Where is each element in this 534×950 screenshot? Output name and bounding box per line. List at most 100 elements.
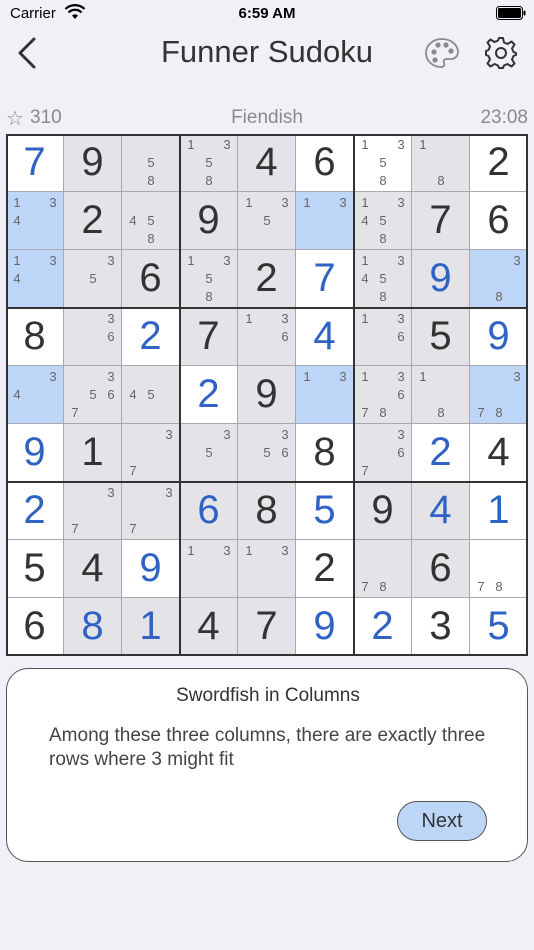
sudoku-cell[interactable]: 13 xyxy=(238,540,296,598)
sudoku-cell[interactable]: 9 xyxy=(180,192,238,250)
sudoku-cell[interactable]: 1 3 6 xyxy=(238,308,296,366)
cell-value: 2 xyxy=(487,140,510,184)
sudoku-cell[interactable]: 2 xyxy=(122,308,180,366)
sudoku-cell[interactable]: 6 xyxy=(6,598,64,656)
sudoku-cell[interactable]: 3 6 7 xyxy=(354,424,412,482)
sudoku-cell[interactable]: 8 xyxy=(6,308,64,366)
sudoku-cell[interactable]: 1 3 45 8 xyxy=(354,250,412,308)
candidate-notes: 356 7 xyxy=(66,367,120,421)
sudoku-cell[interactable]: 1 xyxy=(470,482,528,540)
candidate-digit: 1 xyxy=(187,542,195,558)
cell-value: 4 xyxy=(313,314,336,358)
candidate-digit xyxy=(490,269,508,287)
palette-icon[interactable] xyxy=(424,37,460,69)
sudoku-cell[interactable]: 18 xyxy=(412,134,470,192)
sudoku-cell[interactable]: 1 35 8 xyxy=(180,134,238,192)
sudoku-cell[interactable]: 4 xyxy=(412,482,470,540)
sudoku-cell[interactable]: 6 xyxy=(180,482,238,540)
sudoku-cell[interactable]: 1 xyxy=(122,598,180,656)
sudoku-cell[interactable]: 5 xyxy=(6,540,64,598)
sudoku-cell[interactable]: 9 xyxy=(238,366,296,424)
sudoku-cell[interactable]: 2 xyxy=(354,598,412,656)
sudoku-cell[interactable]: 5 xyxy=(470,598,528,656)
sudoku-cell[interactable]: 3 78 xyxy=(470,366,528,424)
sudoku-cell[interactable]: 4 xyxy=(470,424,528,482)
sudoku-cell[interactable]: 9 xyxy=(470,308,528,366)
sudoku-cell[interactable]: 2 xyxy=(6,482,64,540)
sudoku-cell[interactable]: 2 xyxy=(296,540,354,598)
sudoku-cell[interactable]: 1 3 4 xyxy=(6,250,64,308)
cell-value: 9 xyxy=(313,604,336,648)
sudoku-cell[interactable]: 7 xyxy=(6,134,64,192)
sudoku-cell[interactable]: 4 xyxy=(180,598,238,656)
sudoku-cell[interactable]: 4 xyxy=(238,134,296,192)
sudoku-cell[interactable]: 38 xyxy=(470,250,528,308)
candidate-digit xyxy=(160,135,178,153)
sudoku-cell[interactable]: 2 xyxy=(64,192,122,250)
candidate-digit xyxy=(472,367,490,385)
sudoku-cell[interactable]: 1 3 6 xyxy=(354,308,412,366)
sudoku-cell[interactable]: 356 xyxy=(238,424,296,482)
sudoku-cell[interactable]: 34 xyxy=(6,366,64,424)
sudoku-cell[interactable]: 35 xyxy=(180,424,238,482)
sudoku-cell[interactable]: 7 xyxy=(238,598,296,656)
sudoku-cell[interactable]: 6 xyxy=(412,540,470,598)
sudoku-cell[interactable]: 2 xyxy=(470,134,528,192)
sudoku-cell[interactable]: 18 xyxy=(412,366,470,424)
sudoku-cell[interactable]: 78 xyxy=(470,540,528,598)
sudoku-cell[interactable]: 13 xyxy=(296,192,354,250)
next-button[interactable]: Next xyxy=(397,801,487,841)
sudoku-cell[interactable]: 7 xyxy=(412,192,470,250)
sudoku-cell[interactable]: 78 xyxy=(354,540,412,598)
sudoku-cell[interactable]: 1 3 6 78 xyxy=(354,366,412,424)
sudoku-cell[interactable]: 4 xyxy=(64,540,122,598)
candidate-digit xyxy=(392,153,410,171)
sudoku-cell[interactable]: 58 xyxy=(122,134,180,192)
candidate-digit xyxy=(142,443,160,461)
sudoku-cell[interactable]: 1 35 8 xyxy=(180,250,238,308)
sudoku-cell[interactable]: 37 xyxy=(122,424,180,482)
sudoku-cell[interactable]: 2 xyxy=(180,366,238,424)
sudoku-cell[interactable]: 45 xyxy=(122,366,180,424)
sudoku-cell[interactable]: 13 xyxy=(180,540,238,598)
sudoku-cell[interactable]: 8 xyxy=(238,482,296,540)
sudoku-cell[interactable]: 9 xyxy=(64,134,122,192)
sudoku-cell[interactable]: 9 xyxy=(296,598,354,656)
sudoku-cell[interactable]: 3 xyxy=(412,598,470,656)
sudoku-cell[interactable]: 1 3 4 xyxy=(6,192,64,250)
sudoku-cell[interactable]: 6 xyxy=(470,192,528,250)
candidate-digit xyxy=(374,461,392,479)
sudoku-cell[interactable]: 37 xyxy=(64,482,122,540)
sudoku-cell[interactable]: 1 35 8 xyxy=(354,134,412,192)
sudoku-cell[interactable]: 4 xyxy=(296,308,354,366)
sudoku-cell[interactable]: 356 7 xyxy=(64,366,122,424)
sudoku-cell[interactable]: 13 xyxy=(296,366,354,424)
sudoku-cell[interactable]: 45 8 xyxy=(122,192,180,250)
sudoku-cell[interactable]: 1 3 45 8 xyxy=(354,192,412,250)
candidate-notes: 78 xyxy=(472,541,526,595)
sudoku-cell[interactable]: 37 xyxy=(122,482,180,540)
sudoku-cell[interactable]: 35 xyxy=(64,250,122,308)
sudoku-cell[interactable]: 9 xyxy=(412,250,470,308)
sudoku-cell[interactable]: 9 xyxy=(6,424,64,482)
candidate-digit xyxy=(240,327,258,345)
candidate-digit: 4 xyxy=(129,386,137,402)
sudoku-cell[interactable]: 7 xyxy=(180,308,238,366)
sudoku-cell[interactable]: 5 xyxy=(296,482,354,540)
sudoku-cell[interactable]: 8 xyxy=(64,598,122,656)
gear-icon[interactable] xyxy=(484,36,518,70)
sudoku-cell[interactable]: 9 xyxy=(122,540,180,598)
candidate-digit xyxy=(200,135,218,153)
sudoku-cell[interactable]: 2 xyxy=(412,424,470,482)
sudoku-cell[interactable]: 7 xyxy=(296,250,354,308)
sudoku-cell[interactable]: 5 xyxy=(412,308,470,366)
sudoku-cell[interactable]: 1 35 xyxy=(238,192,296,250)
sudoku-cell[interactable]: 6 xyxy=(122,250,180,308)
sudoku-cell[interactable]: 8 xyxy=(296,424,354,482)
sudoku-cell[interactable]: 36 xyxy=(64,308,122,366)
sudoku-cell[interactable]: 1 xyxy=(64,424,122,482)
sudoku-cell[interactable]: 2 xyxy=(238,250,296,308)
candidate-digit xyxy=(414,153,432,171)
sudoku-cell[interactable]: 6 xyxy=(296,134,354,192)
sudoku-cell[interactable]: 9 xyxy=(354,482,412,540)
